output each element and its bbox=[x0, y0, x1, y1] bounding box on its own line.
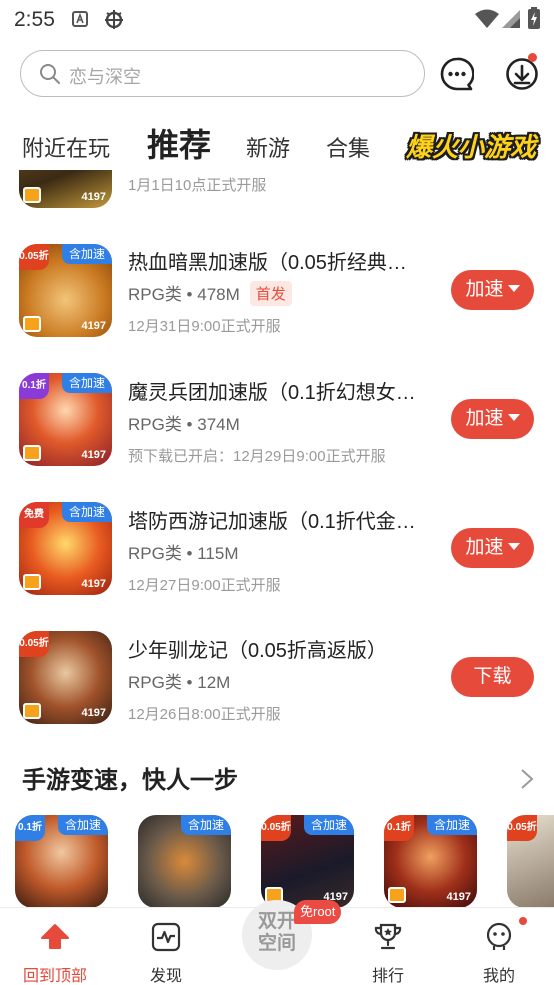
game-list: 4197 1月1日10点正式开服 0.05折 含加速 4197 热血暗黑加速版（… bbox=[0, 170, 554, 750]
accelerate-button[interactable]: 加速 bbox=[451, 399, 534, 439]
list-item[interactable]: 0.05折 4197 少年驯龙记（0.05折高返版） RPG类 • 12M 12… bbox=[0, 630, 554, 740]
gift-icon bbox=[23, 445, 41, 461]
nav-back-to-top[interactable]: 回到顶部 bbox=[10, 908, 100, 985]
nav-label: 发现 bbox=[149, 968, 182, 985]
search-icon bbox=[39, 63, 61, 90]
tab-nearby[interactable]: 附近在玩 bbox=[22, 131, 110, 163]
game-meta: RPG类 • 374M bbox=[128, 415, 240, 434]
tab-collections[interactable]: 合集 bbox=[326, 131, 370, 163]
nav-label: 回到顶部 bbox=[22, 968, 87, 985]
open-date: 12月27日9:00正式开服 bbox=[128, 577, 281, 594]
game-icon: 免费 含加速 4197 bbox=[19, 502, 112, 595]
section-game-icon[interactable]: 0.1折 含加速 bbox=[15, 815, 108, 908]
open-date: 1月1日10点正式开服 bbox=[128, 177, 267, 194]
accelerate-button[interactable]: 加速 bbox=[451, 528, 534, 568]
profile-icon bbox=[484, 922, 514, 952]
list-item[interactable]: 免费 含加速 4197 塔防西游记加速版（0.1折代金… RPG类 • 115M… bbox=[0, 501, 554, 611]
message-button[interactable] bbox=[440, 57, 475, 91]
no-root-badge: 免root bbox=[294, 900, 342, 924]
tab-new-games[interactable]: 新游 bbox=[246, 131, 290, 163]
gift-icon bbox=[23, 316, 41, 332]
section-game-icon[interactable]: 含加速 bbox=[138, 815, 231, 908]
discount-corner: 0.05折 bbox=[19, 631, 49, 657]
bug-notification-icon bbox=[102, 7, 126, 36]
first-release-badge: 首发 bbox=[249, 281, 292, 306]
accel-tag: 含加速 bbox=[61, 244, 112, 264]
open-date: 12月26日8:00正式开服 bbox=[128, 706, 281, 723]
game-title: 少年驯龙记（0.05折高返版） bbox=[128, 640, 387, 662]
nav-mine[interactable]: 我的 bbox=[454, 908, 544, 985]
section-game-icon[interactable]: 0.05折 bbox=[507, 815, 554, 908]
discount-corner: 0.05折 bbox=[19, 244, 49, 270]
section-game-icon[interactable]: 0.1折 含加速 4197 bbox=[384, 815, 477, 908]
thumb-number: 4197 bbox=[81, 578, 106, 590]
game-icon: 0.05折 含加速 4197 bbox=[19, 244, 112, 337]
game-icon: 0.1折 含加速 4197 bbox=[19, 373, 112, 466]
nav-label: 我的 bbox=[482, 968, 515, 985]
dropdown-caret-icon bbox=[507, 543, 520, 550]
download-manager-button[interactable] bbox=[505, 57, 539, 91]
list-item[interactable]: 0.1折 含加速 4197 魔灵兵团加速版（0.1折幻想女… RPG类 • 37… bbox=[0, 372, 554, 482]
open-date: 预下载已开启：12月29日9:00正式开服 bbox=[128, 448, 386, 465]
accel-tag: 含加速 bbox=[61, 502, 112, 522]
bottom-nav: 回到顶部 发现 双开 空间 免root 排行 我的 bbox=[0, 900, 554, 985]
section-game-icon[interactable]: 0.05折 含加速 4197 bbox=[261, 815, 354, 908]
center-label-2: 空间 bbox=[257, 933, 296, 954]
game-title: 热血暗黑加速版（0.05折经典… bbox=[128, 252, 407, 274]
list-item[interactable]: 0.05折 含加速 4197 热血暗黑加速版（0.05折经典… RPG类 • 4… bbox=[0, 242, 554, 352]
wifi-icon bbox=[475, 9, 499, 34]
trophy-icon bbox=[373, 922, 403, 952]
nav-label: 排行 bbox=[371, 968, 404, 985]
mine-badge-dot bbox=[519, 917, 527, 925]
gift-icon bbox=[23, 187, 41, 203]
game-meta: RPG类 • 115M bbox=[128, 544, 239, 563]
open-date: 12月31日9:00正式开服 bbox=[128, 318, 281, 335]
game-meta: RPG类 • 478M 首发 bbox=[128, 280, 292, 306]
font-notification-icon bbox=[72, 11, 88, 32]
tab-hot-mini-games[interactable]: 爆火小游戏 bbox=[406, 127, 536, 164]
signal-icon bbox=[502, 10, 520, 33]
status-bar: 2:55 bbox=[0, 0, 554, 40]
gift-icon bbox=[23, 703, 41, 719]
search-placeholder: 恋与深空 bbox=[69, 67, 141, 87]
game-meta: RPG类 • 12M bbox=[128, 673, 231, 692]
nav-rank[interactable]: 排行 bbox=[343, 908, 433, 985]
download-badge-dot bbox=[528, 53, 537, 62]
download-button[interactable]: 下载 bbox=[451, 657, 534, 697]
dropdown-caret-icon bbox=[507, 285, 520, 292]
accelerate-button[interactable]: 加速 bbox=[451, 270, 534, 310]
arrow-up-icon bbox=[40, 922, 70, 952]
thumb-number: 4197 bbox=[81, 707, 106, 719]
game-title: 塔防西游记加速版（0.1折代金… bbox=[128, 511, 416, 533]
section-title: 手游变速，快人一步 bbox=[22, 767, 238, 794]
download-icon bbox=[506, 58, 538, 90]
thumb-number: 4197 bbox=[81, 449, 106, 461]
game-icon: 4197 bbox=[19, 170, 112, 208]
discount-corner: 0.1折 bbox=[19, 373, 49, 399]
discover-icon bbox=[151, 922, 181, 952]
list-item[interactable]: 4197 1月1日10点正式开服 bbox=[0, 170, 554, 220]
gift-icon bbox=[23, 574, 41, 590]
accel-tag: 含加速 bbox=[61, 373, 112, 393]
discount-corner: 免费 bbox=[19, 502, 49, 528]
dropdown-caret-icon bbox=[507, 414, 520, 421]
tab-recommended[interactable]: 推荐 bbox=[147, 120, 211, 166]
nav-discover[interactable]: 发现 bbox=[121, 908, 211, 985]
thumb-number: 4197 bbox=[81, 191, 106, 203]
game-icon: 0.05折 4197 bbox=[19, 631, 112, 724]
chevron-right-icon[interactable] bbox=[520, 768, 534, 795]
game-title: 魔灵兵团加速版（0.1折幻想女… bbox=[128, 382, 416, 404]
battery-charging-icon bbox=[527, 7, 541, 34]
search-bar[interactable]: 恋与深空 bbox=[20, 50, 425, 97]
chat-bubble-icon bbox=[440, 57, 475, 91]
thumb-number: 4197 bbox=[81, 320, 106, 332]
status-time: 2:55 bbox=[14, 8, 55, 31]
